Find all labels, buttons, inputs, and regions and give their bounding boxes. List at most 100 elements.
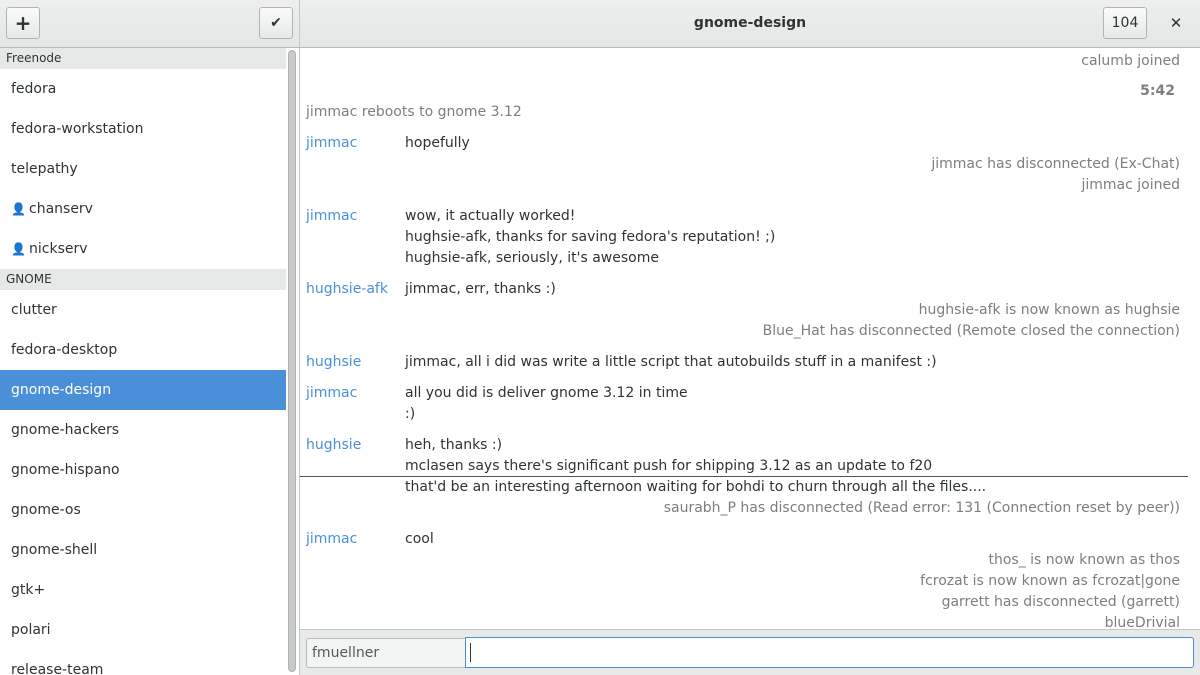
chat-line: that'd be an interesting afternoon waiti… [300, 477, 1180, 498]
room-label: fedora [11, 81, 57, 97]
status-message: jimmac joined [1081, 177, 1181, 193]
sidebar-item-clutter[interactable]: clutter [0, 290, 286, 330]
add-room-button[interactable]: + [6, 7, 40, 39]
message-text: hughsie-afk, seriously, it's awesome [405, 250, 659, 266]
message-text: cool [405, 531, 434, 547]
message-text: that'd be an interesting afternoon waiti… [405, 479, 987, 495]
sidebar-item-release-team[interactable]: release-team [0, 650, 286, 675]
room-label: gnome-design [11, 382, 112, 398]
sidebar-item-fedora-workstation[interactable]: fedora-workstation [0, 109, 286, 149]
status-message: hughsie-afk is now known as hughsie [918, 302, 1180, 318]
header-bar: + ✔ gnome-design 104 ✕ [0, 0, 1200, 48]
chat-line: garrett has disconnected (garrett) [300, 592, 1180, 613]
status-message: jimmac has disconnected (Ex-Chat) [931, 156, 1180, 172]
nick-link[interactable]: jimmac [306, 529, 357, 550]
status-message: thos_ is now known as thos [988, 552, 1180, 568]
chat-line: jimmac cool [300, 529, 1180, 550]
room-label: gnome-hispano [11, 462, 120, 478]
chat-line: :) [300, 404, 1180, 425]
person-icon: 👤 [11, 202, 26, 216]
message-text: :) [405, 406, 416, 422]
chat-line: hughsie-afk jimmac, err, thanks :) [300, 279, 1180, 300]
chat-line: jimmac has disconnected (Ex-Chat) [300, 154, 1180, 175]
status-message: calumb joined [1081, 53, 1180, 69]
room-label: release-team [11, 662, 104, 675]
chat-line: saurabh_P has disconnected (Read error: … [300, 498, 1180, 519]
message-text: jimmac, err, thanks :) [405, 281, 556, 297]
nick-link[interactable]: jimmac [306, 206, 357, 227]
action-message: jimmac reboots to gnome 3.12 [306, 104, 522, 120]
chat-log: calumb joined 5:42 jimmac reboots to gnome… [300, 48, 1200, 629]
nick-link[interactable]: hughsie-afk [306, 279, 388, 300]
room-label: gnome-os [11, 502, 81, 518]
room-label: gtk+ [11, 582, 46, 598]
sidebar-item-nickserv[interactable]: 👤 nickserv [0, 229, 286, 269]
sidebar-item-gnome-shell[interactable]: gnome-shell [0, 530, 286, 570]
sidebar-item-gnome-hackers[interactable]: gnome-hackers [0, 410, 286, 450]
person-icon: 👤 [11, 242, 26, 256]
status-message: garrett has disconnected (garrett) [941, 594, 1180, 610]
nick-button[interactable]: fmuellner [306, 638, 465, 668]
room-sidebar: Freenode fedora fedora-workstation telepath… [0, 48, 300, 675]
chat-line: hughsie-afk, seriously, it's awesome [300, 248, 1180, 269]
chat-line: hughsie-afk, thanks for saving fedora's … [300, 227, 1180, 248]
status-message: saurabh_P has disconnected (Read error: … [663, 500, 1180, 516]
close-button[interactable]: ✕ [1163, 10, 1189, 36]
chat-line: thos_ is now known as thos [300, 550, 1180, 571]
sidebar-item-telepathy[interactable]: telepathy [0, 149, 286, 189]
message-text: mclasen says there's significant push fo… [405, 458, 933, 474]
sidebar-item-polari[interactable]: polari [0, 610, 286, 650]
chat-line: hughsie-afk is now known as hughsie [300, 300, 1180, 321]
sidebar-item-fedora[interactable]: fedora [0, 69, 286, 109]
user-count: 104 [1111, 15, 1139, 31]
sidebar-item-chanserv[interactable]: 👤 chanserv [0, 189, 286, 229]
chat-line: mclasen says there's significant push fo… [300, 456, 1180, 477]
nick-link[interactable]: jimmac [306, 383, 357, 404]
network-header: GNOME [0, 269, 286, 290]
chat-line: hughsie heh, thanks :) [300, 435, 1180, 456]
checkmark-icon: ✔ [270, 15, 282, 31]
input-bar: fmuellner [300, 629, 1200, 675]
user-list-button[interactable]: 104 [1103, 7, 1147, 39]
chat-line: jimmac hopefully [300, 133, 1180, 154]
chat-line: fcrozat is now known as fcrozat|gone [300, 571, 1180, 592]
message-text: hughsie-afk, thanks for saving fedora's … [405, 229, 776, 245]
room-label: gnome-hackers [11, 422, 120, 438]
chat-line: jimmac reboots to gnome 3.12 [300, 102, 1180, 123]
selection-mode-button[interactable]: ✔ [259, 7, 293, 39]
room-label: fedora-desktop [11, 342, 118, 358]
sidebar-item-gtk[interactable]: gtk+ [0, 570, 286, 610]
chat-line: jimmac joined [300, 175, 1181, 196]
nick-link[interactable]: hughsie [306, 435, 361, 456]
chat-line: jimmac all you did is deliver gnome 3.12 … [300, 383, 1180, 404]
message-text: wow, it actually worked! [405, 208, 576, 224]
window-title: gnome-design [693, 15, 807, 31]
room-list: Freenode fedora fedora-workstation telepath… [0, 48, 286, 675]
sidebar-scrollbar[interactable] [288, 50, 296, 672]
nick-link[interactable]: jimmac [306, 133, 357, 154]
sidebar-item-gnome-os[interactable]: gnome-os [0, 490, 286, 530]
room-label: gnome-shell [11, 542, 98, 558]
nick-link[interactable]: hughsie [306, 352, 361, 373]
message-text: jimmac, all i did was write a little scr… [405, 354, 937, 370]
status-message: Blue_Hat has disconnected (Remote closed… [762, 323, 1180, 339]
sidebar-item-gnome-design[interactable]: gnome-design [0, 370, 286, 410]
chat-line: jimmac wow, it actually worked! [300, 206, 1180, 227]
room-label: telepathy [11, 161, 78, 177]
status-message: fcrozat is now known as fcrozat|gone [920, 573, 1180, 589]
room-label: polari [11, 622, 51, 638]
sidebar-item-fedora-desktop[interactable]: fedora-desktop [0, 330, 286, 370]
chat-line: blueDrivial [300, 613, 1180, 629]
timestamp: 5:42 [1140, 83, 1175, 99]
room-label: clutter [11, 302, 57, 318]
close-icon: ✕ [1169, 14, 1183, 32]
room-label: nickserv [29, 241, 88, 257]
room-label: fedora-workstation [11, 121, 144, 137]
chat-line: hughsie jimmac, all i did was write a lit… [300, 352, 1180, 373]
message-input[interactable] [465, 637, 1194, 668]
sidebar-item-gnome-hispano[interactable]: gnome-hispano [0, 450, 286, 490]
message-text: all you did is deliver gnome 3.12 in tim… [405, 385, 688, 401]
message-text: heh, thanks :) [405, 437, 503, 453]
chat-line: 5:42 [300, 81, 1180, 102]
chat-line: Blue_Hat has disconnected (Remote closed… [300, 321, 1180, 342]
